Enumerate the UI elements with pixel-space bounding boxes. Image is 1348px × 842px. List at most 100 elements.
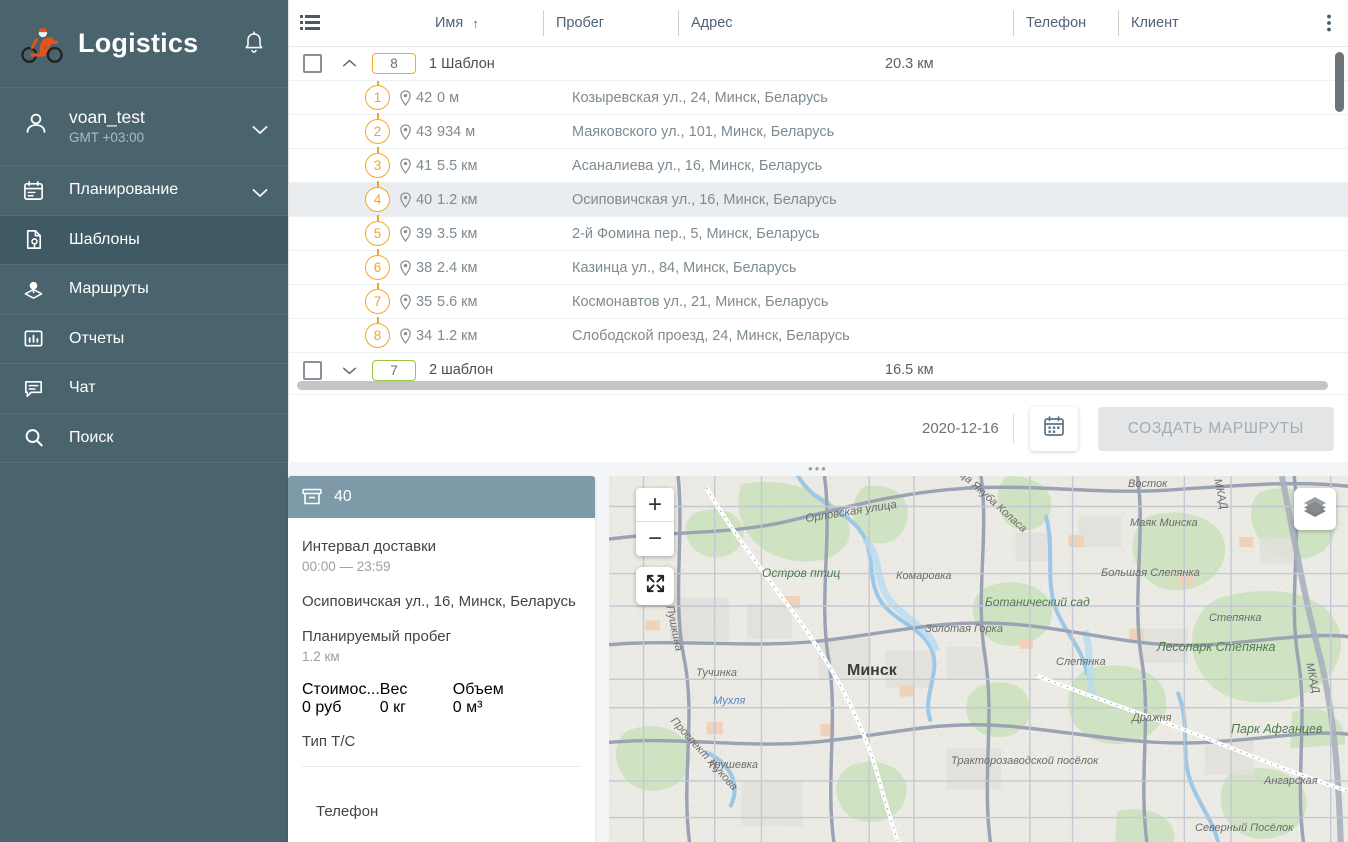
table-vertical-scrollbar[interactable] — [1335, 52, 1344, 342]
chevron-down-icon[interactable] — [335, 366, 363, 375]
zoom-out-button[interactable]: − — [636, 522, 674, 556]
calendar-picker-button[interactable] — [1029, 406, 1078, 451]
sidebar-filler — [0, 463, 288, 842]
metric-value: 0 руб — [302, 699, 342, 716]
map-pin-icon — [399, 327, 412, 344]
sidebar-item-templates[interactable]: Шаблоны — [0, 215, 288, 265]
sidebar-item-label: Чат — [69, 379, 96, 397]
bar-chart-icon — [22, 327, 52, 350]
sidebar-user[interactable]: voan_test GMT +03:00 — [0, 88, 288, 166]
map-panel[interactable]: Орловская улица Восток Уручье Остров пти… — [609, 476, 1348, 842]
stop-name: 41 — [416, 157, 433, 174]
layers-icon — [1302, 494, 1328, 525]
table-row[interactable]: 1 42 0 м Козыревская ул., 24, Минск, Бел… — [289, 81, 1348, 115]
sidebar-item-label: Отчеты — [69, 329, 125, 347]
column-header-label: Имя — [435, 15, 464, 31]
stop-sequence-badge: 7 — [365, 289, 390, 314]
selected-date[interactable]: 2020-12-16 — [922, 420, 999, 437]
group-checkbox[interactable] — [302, 360, 322, 380]
column-header-address[interactable]: Адрес — [678, 10, 1013, 36]
stop-address: Слободской проезд, 24, Минск, Беларусь — [572, 327, 850, 344]
column-header-mileage[interactable]: Пробег — [543, 10, 678, 36]
sidebar-item-label: Поиск — [69, 428, 114, 446]
table-row[interactable]: 2 43 934 м Маяковского ул., 101, Минск, … — [289, 115, 1348, 149]
scrollbar-thumb[interactable] — [1335, 52, 1344, 112]
column-header-label: Клиент — [1131, 15, 1179, 31]
map-canvas[interactable] — [609, 476, 1348, 842]
stop-mileage: 3.5 км — [437, 225, 478, 242]
create-routes-button[interactable]: СОЗДАТЬ МАРШРУТЫ — [1097, 406, 1334, 451]
stop-mileage: 0 м — [437, 89, 460, 106]
map-zoom-controls: + − — [636, 488, 674, 605]
stop-name: 42 — [416, 89, 433, 106]
stop-name: 40 — [416, 191, 433, 208]
map-pin-icon — [399, 157, 412, 174]
table-row[interactable]: 4 40 1.2 км Осиповичская ул., 16, Минск,… — [289, 183, 1348, 217]
metric-weight: Вес 0 кг — [380, 681, 453, 717]
more-vertical-icon[interactable] — [1318, 12, 1340, 34]
group-name: 1 Шаблон — [429, 55, 495, 72]
table-footer-toolbar: 2020-12-16 СОЗДАТЬ МАРШРУТЫ — [289, 394, 1348, 462]
map-layers-button[interactable] — [1294, 488, 1336, 530]
table-body: 8 1 Шаблон 20.3 км 1 42 0 м Козыревская … — [289, 47, 1348, 381]
column-header-label: Адрес — [691, 15, 733, 31]
sidebar-item-label: Планирование — [69, 181, 179, 199]
row-checkbox-cell[interactable] — [289, 54, 335, 73]
group-checkbox[interactable] — [302, 54, 322, 73]
user-name: voan_test — [69, 107, 145, 127]
stop-name-cell: 43 — [399, 124, 432, 140]
column-header-phone[interactable]: Телефон — [1013, 10, 1118, 36]
panel-resize-handle[interactable]: ••• — [288, 462, 1348, 476]
table-row[interactable]: 5 39 3.5 км 2-й Фомина пер., 5, Минск, Б… — [289, 217, 1348, 251]
row-checkbox-cell[interactable] — [289, 360, 335, 380]
sidebar-item-routes[interactable]: Маршруты — [0, 265, 288, 315]
stop-address: Космонавтов ул., 21, Минск, Беларусь — [572, 293, 829, 310]
fullscreen-icon — [645, 573, 666, 599]
scooter-icon — [20, 24, 64, 64]
person-icon — [22, 110, 52, 143]
route-pin-icon — [22, 278, 52, 301]
table-row[interactable]: 7 35 5.6 км Космонавтов ул., 21, Минск, … — [289, 285, 1348, 319]
table-group-row[interactable]: 8 1 Шаблон 20.3 км — [289, 47, 1348, 81]
chevron-down-icon[interactable] — [252, 185, 268, 198]
stop-address: Козыревская ул., 24, Минск, Беларусь — [572, 89, 828, 106]
stop-address: Маяковского ул., 101, Минск, Беларусь — [572, 123, 835, 140]
field-vehicle-type: Тип Т/С — [302, 731, 581, 752]
column-header-name[interactable]: Имя ↑ — [321, 10, 543, 36]
metric-label: Вес — [379, 681, 408, 698]
chevron-up-icon[interactable] — [335, 59, 363, 68]
table-row[interactable]: 6 38 2.4 км Казинца ул., 84, Минск, Бела… — [289, 251, 1348, 285]
field-label: Телефон — [316, 803, 379, 820]
scrollbar-thumb[interactable] — [297, 381, 1328, 390]
stop-name: 35 — [416, 293, 433, 310]
table-horizontal-scrollbar[interactable] — [297, 381, 1338, 390]
field-address: Осиповичская ул., 16, Минск, Беларусь — [302, 591, 581, 612]
sidebar-item-reports[interactable]: Отчеты — [0, 315, 288, 364]
stop-mileage: 5.6 км — [437, 293, 478, 310]
stop-address: Казинца ул., 84, Минск, Беларусь — [572, 259, 797, 276]
table-row[interactable]: 8 34 1.2 км Слободской проезд, 24, Минск… — [289, 319, 1348, 353]
column-header-label: Телефон — [1026, 15, 1087, 31]
stop-name: 34 — [416, 327, 433, 344]
metric-value: 0 кг — [379, 699, 406, 716]
chat-icon — [22, 377, 52, 400]
bell-icon[interactable] — [242, 30, 266, 57]
fullscreen-button[interactable] — [636, 567, 674, 605]
sidebar-item-search[interactable]: Поиск — [0, 414, 288, 463]
field-value: 1.2 км — [302, 649, 340, 664]
divider — [1012, 413, 1014, 444]
sidebar-item-planning[interactable]: Планирование — [0, 166, 288, 216]
column-header-client[interactable]: Клиент — [1118, 10, 1318, 36]
zoom-in-button[interactable]: + — [636, 488, 674, 522]
sidebar-item-chat[interactable]: Чат — [0, 364, 288, 414]
map-pin-icon — [399, 293, 412, 310]
stop-mileage: 1.2 км — [437, 191, 478, 208]
map-pin-icon — [399, 89, 412, 106]
column-header-label: Пробег — [556, 15, 605, 31]
group-mileage: 16.5 км — [885, 362, 934, 378]
stop-name-cell: 40 — [399, 192, 432, 208]
table-row[interactable]: 3 41 5.5 км Асаналиева ул., 16, Минск, Б… — [289, 149, 1348, 183]
metric-label: Стоимос... — [302, 681, 380, 698]
chevron-down-icon[interactable] — [252, 122, 268, 134]
list-view-icon[interactable] — [299, 12, 321, 34]
